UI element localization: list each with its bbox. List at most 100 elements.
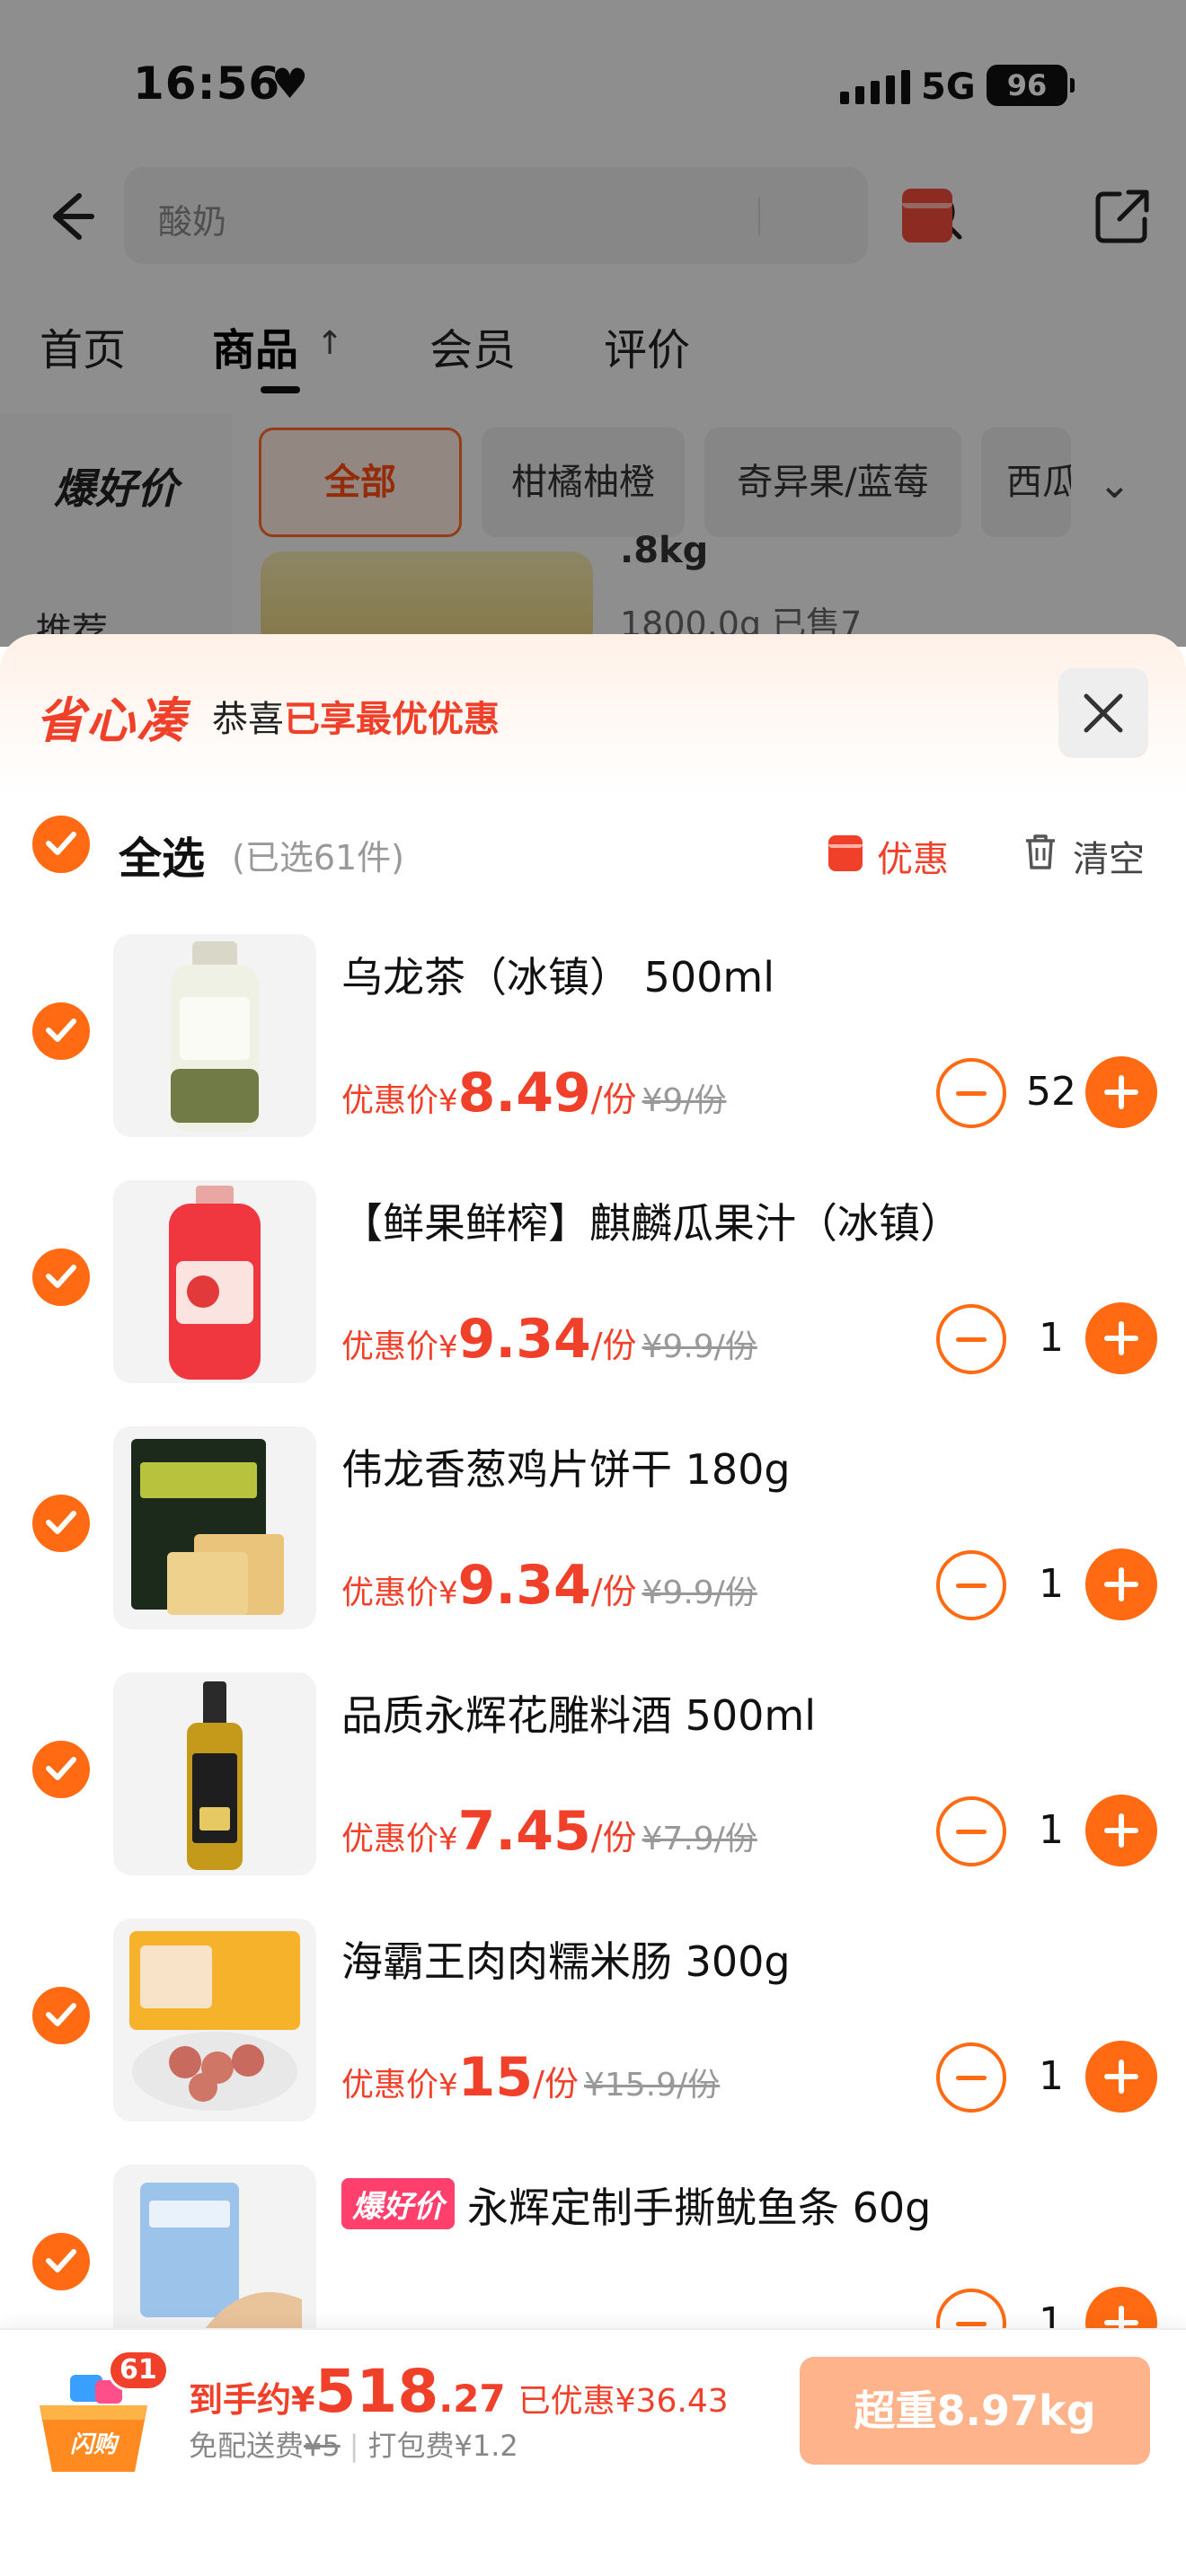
cart-count-badge: 61 [108, 2350, 169, 2391]
basket-label: 闪购 [70, 2431, 120, 2458]
check-icon [46, 2003, 76, 2026]
cart-item: 品质永辉花雕料酒 500ml 优惠价¥7.45/份 ¥7.9/份 1 [0, 1656, 1186, 1902]
background-page: 16:56 ♥ 5G 96 酸奶 首页 商品 ↑ 会员 评价 爆好价 推荐 全部… [0, 0, 1186, 647]
total-decimal: .27 [438, 2377, 506, 2421]
price-prefix: 优惠价 [341, 1575, 439, 1611]
cart-item: 伟龙香葱鸡片饼干 180g 优惠价¥9.34/份 ¥9.9/份 1 [0, 1410, 1186, 1656]
product-image-watermelon-juice[interactable] [113, 1180, 316, 1383]
price-unit: /份 [590, 1080, 637, 1119]
item-price: 优惠价¥9.34/份 ¥9.9/份 [341, 1554, 757, 1626]
check-icon [46, 2249, 76, 2272]
fee-separator: | [349, 2429, 359, 2463]
item-price: 优惠价¥9.34/份 ¥9.9/份 [341, 1308, 757, 1380]
cart-item: 【鲜果鲜榨】麒麟瓜果汁（冰镇） 优惠价¥9.34/份 ¥9.9/份 1 [0, 1164, 1186, 1410]
packing-fee: 打包费¥1.2 [367, 2429, 518, 2463]
congrats-prefix: 恭喜 [212, 699, 284, 740]
overlay-dim[interactable] [0, 0, 1186, 647]
price-value: 9.34 [457, 1308, 591, 1371]
product-image-rice-sausage[interactable] [113, 1919, 316, 2122]
select-all-label[interactable]: 全选 [119, 823, 205, 886]
sheet-header: 省心凑 恭喜已享最优优惠 [0, 634, 1186, 796]
delivery-label: 免配送费 [189, 2429, 305, 2463]
select-all-checkbox[interactable] [32, 816, 90, 873]
item-checkbox[interactable] [32, 1741, 90, 1798]
coupon-icon [828, 835, 863, 871]
item-name: 【鲜果鲜榨】麒麟瓜果汁（冰镇） [341, 1199, 961, 1248]
currency: ¥ [438, 1575, 458, 1611]
item-price: 优惠价¥7.45/份 ¥7.9/份 [341, 1800, 757, 1872]
increase-quantity-button[interactable] [1085, 1056, 1157, 1128]
trash-icon[interactable] [1022, 832, 1058, 871]
price-unit: /份 [533, 2064, 579, 2104]
saved-amount: 已优惠¥36.43 [518, 2383, 729, 2420]
delivery-original-fee: ¥5 [304, 2429, 341, 2463]
currency: ¥ [438, 1329, 458, 1365]
check-icon [46, 832, 76, 855]
original-price: ¥9/份 [642, 1082, 727, 1119]
item-name-text: 永辉定制手撕鱿鱼条 60g [467, 2183, 932, 2232]
quantity-value: 52 [1026, 1069, 1076, 1115]
item-checkbox[interactable] [32, 1495, 90, 1552]
item-checkbox[interactable] [32, 2233, 90, 2290]
decrease-quantity-button[interactable] [936, 1550, 1006, 1620]
price-value: 7.45 [457, 1800, 591, 1863]
currency: ¥ [438, 1822, 458, 1857]
product-image-oolong-tea[interactable] [113, 934, 316, 1137]
decrease-quantity-button[interactable] [936, 2042, 1006, 2113]
sheet-logo: 省心凑 [36, 693, 187, 749]
hot-deal-tag: 爆好价 [341, 2178, 455, 2229]
price-unit: /份 [590, 1326, 637, 1365]
item-checkbox[interactable] [32, 1002, 90, 1060]
decrease-quantity-button[interactable] [936, 1304, 1006, 1374]
close-button[interactable] [1058, 668, 1148, 758]
original-price: ¥9.9/份 [642, 1328, 757, 1365]
currency: ¥ [438, 2068, 458, 2104]
quantity-value: 1 [1039, 2053, 1064, 2099]
checkout-bar: 闪购 61 到手约¥518.27 已优惠¥36.43 免配送费¥5 | 打包费¥1.2… [0, 2328, 1186, 2576]
cart-item: 海霸王肉肉糯米肠 300g 优惠价¥15/份 ¥15.9/份 1 [0, 1902, 1186, 2148]
close-icon [1084, 693, 1123, 733]
check-icon [46, 1019, 76, 1042]
price-value: 15 [457, 2046, 534, 2109]
total-currency: ¥ [291, 2380, 315, 2420]
selected-count: (已选61件) [232, 838, 405, 878]
promo-button[interactable]: 优惠 [877, 830, 949, 882]
item-name: 海霸王肉肉糯米肠 300g [341, 1937, 791, 1986]
increase-quantity-button[interactable] [1085, 2041, 1157, 2113]
clear-button[interactable]: 清空 [1073, 830, 1145, 882]
fee-info: 免配送费¥5 | 打包费¥1.2 [189, 2423, 518, 2465]
total-price: 到手约¥518.27 已优惠¥36.43 [189, 2357, 729, 2426]
product-image-crackers[interactable] [113, 1426, 316, 1629]
original-price: ¥9.9/份 [642, 1575, 757, 1611]
price-unit: /份 [590, 1572, 637, 1611]
item-checkbox[interactable] [32, 1248, 90, 1306]
price-unit: /份 [590, 1818, 637, 1857]
decrease-quantity-button[interactable] [936, 1058, 1006, 1128]
check-icon [46, 1265, 76, 1288]
original-price: ¥15.9/份 [583, 2067, 721, 2104]
price-value: 9.34 [457, 1554, 591, 1617]
quantity-value: 1 [1039, 1315, 1064, 1361]
price-prefix: 优惠价 [341, 2067, 439, 2104]
item-name: 品质永辉花雕料酒 500ml [341, 1691, 817, 1740]
cart-sheet: 省心凑 恭喜已享最优优惠 全选 (已选61件) 优惠 清空 乌龙茶（冰镇） 50… [0, 634, 1186, 2576]
item-price: 优惠价¥8.49/份 ¥9/份 [341, 1062, 726, 1134]
cart-item: 乌龙茶（冰镇） 500ml 优惠价¥8.49/份 ¥9/份 52 [0, 918, 1186, 1164]
increase-quantity-button[interactable] [1085, 1548, 1157, 1620]
item-price: 优惠价¥15/份 ¥15.9/份 [341, 2046, 720, 2118]
item-name: 乌龙茶（冰镇） 500ml [341, 953, 775, 1001]
checkout-button[interactable]: 超重8.97kg [800, 2357, 1150, 2465]
congrats-text: 恭喜已享最优优惠 [212, 690, 500, 742]
item-checkbox[interactable] [32, 1987, 90, 2044]
item-name: 爆好价 永辉定制手撕鱿鱼条 60g [341, 2175, 931, 2235]
total-integer: 518 [314, 2357, 439, 2426]
increase-quantity-button[interactable] [1085, 1795, 1157, 1866]
product-image-cooking-wine[interactable] [113, 1672, 316, 1875]
increase-quantity-button[interactable] [1085, 1302, 1157, 1374]
decrease-quantity-button[interactable] [936, 1796, 1006, 1866]
quantity-value: 1 [1039, 1807, 1064, 1853]
check-icon [46, 1511, 76, 1534]
select-all-row: 全选 (已选61件) 优惠 清空 [0, 796, 1186, 895]
price-value: 8.49 [457, 1062, 591, 1125]
original-price: ¥7.9/份 [642, 1821, 757, 1857]
